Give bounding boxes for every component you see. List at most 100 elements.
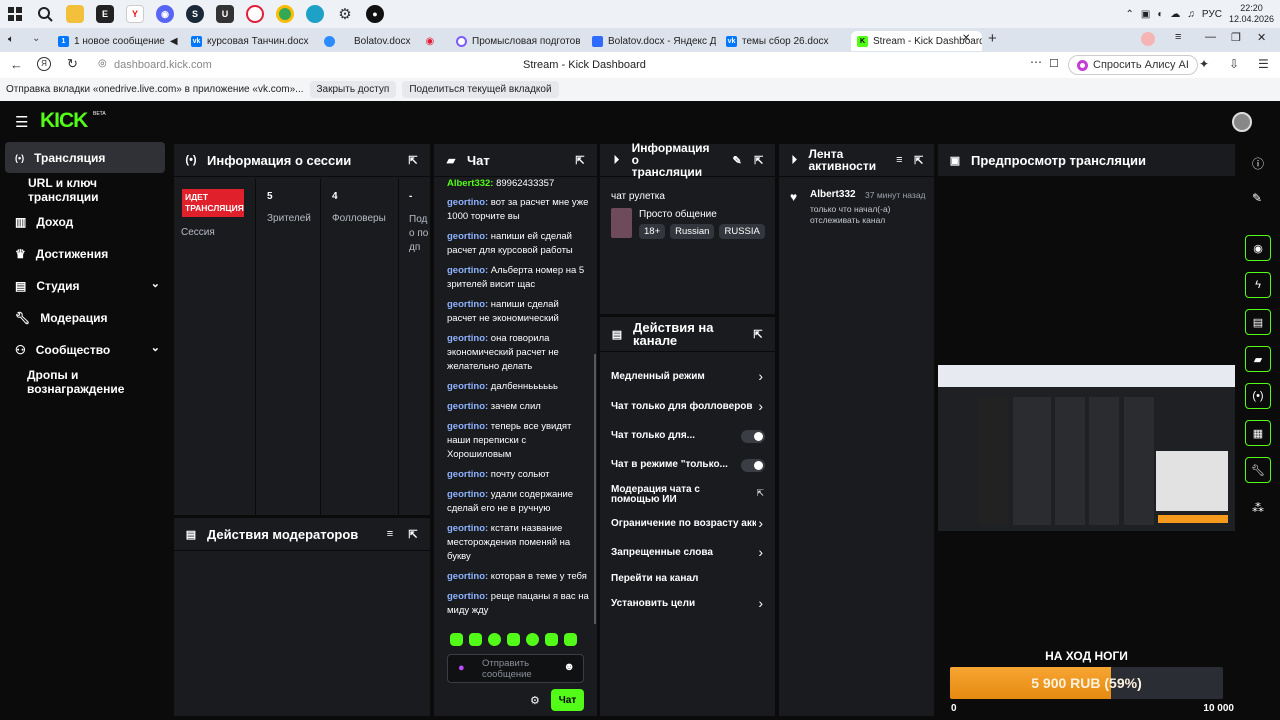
external-link-icon[interactable]: ⇱: [756, 488, 764, 499]
edge-icon[interactable]: [300, 0, 330, 28]
chat-username[interactable]: geortino:: [447, 401, 488, 412]
popout-icon[interactable]: ⇱: [573, 154, 587, 167]
chat-username[interactable]: geortino:: [447, 231, 488, 242]
chat-settings-gear-icon[interactable]: ⚙: [530, 694, 540, 707]
opera-icon[interactable]: [240, 0, 270, 28]
extensions-icon[interactable]: ✦: [1199, 57, 1209, 71]
emote-icon[interactable]: [545, 633, 558, 646]
hamburger-menu-icon[interactable]: ☰: [15, 113, 28, 131]
stream-category[interactable]: Просто общение: [639, 209, 717, 220]
sidebar-item-moderation[interactable]: 🔧︎ Модерация: [5, 302, 165, 333]
chevron-right-icon[interactable]: ›: [758, 398, 763, 414]
chevron-up-icon[interactable]: ⌃: [1126, 9, 1134, 20]
browser-tab[interactable]: vk темы сбор 26.docx: [720, 31, 846, 51]
sidebar-item-achievements[interactable]: ♛ Достижения: [5, 238, 165, 269]
filter-icon[interactable]: ≡: [894, 154, 904, 166]
action-age-restriction[interactable]: Ограничение по возрасту акк: [611, 518, 756, 529]
alice-button[interactable]: Спросить Алису AI: [1068, 55, 1198, 75]
chat-username[interactable]: geortino:: [447, 299, 488, 310]
chevron-right-icon[interactable]: ›: [758, 515, 763, 531]
popout-icon[interactable]: ⇱: [752, 154, 765, 167]
settings-gear-icon[interactable]: ⚙: [330, 0, 360, 28]
quick-actions-button[interactable]: ϟ: [1245, 272, 1271, 298]
profile-icon[interactable]: [1141, 32, 1155, 46]
sidebar-item-income[interactable]: ▥ Доход: [5, 206, 165, 237]
epic-games-icon[interactable]: E: [90, 0, 120, 28]
chat-scrollbar[interactable]: [594, 354, 596, 624]
emote-icon[interactable]: [507, 633, 520, 646]
action-banned-words[interactable]: Запрещенные слова: [611, 547, 763, 558]
action-followers-only[interactable]: Чат только для фолловеров: [611, 401, 763, 412]
chrome-icon[interactable]: [270, 0, 300, 28]
browser-tab[interactable]: Промысловая подготовк: [450, 31, 580, 51]
sidebar-item-broadcast[interactable]: (•) Трансляция: [5, 142, 165, 173]
popout-icon[interactable]: ⇱: [406, 528, 420, 541]
tag-badge[interactable]: 18+: [639, 224, 666, 239]
app-icon[interactable]: ●: [360, 0, 390, 28]
browser-tab[interactable]: 1 1 новое сообщение ◀ ✕: [52, 31, 178, 51]
chat-username[interactable]: geortino:: [447, 333, 488, 344]
chevron-right-icon[interactable]: ›: [758, 368, 763, 384]
discord-icon[interactable]: ◉: [150, 0, 180, 28]
chevron-right-icon[interactable]: ›: [758, 544, 763, 560]
chat-username[interactable]: geortino:: [447, 571, 488, 582]
emote-only-toggle[interactable]: [741, 459, 765, 472]
file-explorer-icon[interactable]: [60, 0, 90, 28]
user-avatar[interactable]: [1232, 112, 1252, 132]
popout-icon[interactable]: ⇱: [406, 154, 420, 167]
volume-icon[interactable]: ♫: [1187, 9, 1195, 20]
browser-tab[interactable]: Bolatov.docx - Яндекс Док: [586, 31, 716, 51]
sidebar-item-community[interactable]: ⚇ Сообщество ⌄: [5, 334, 165, 365]
emote-icon[interactable]: [526, 633, 539, 646]
yandex-home-icon[interactable]: Я: [37, 57, 51, 71]
chat-username[interactable]: geortino:: [447, 421, 488, 432]
subs-only-toggle[interactable]: [741, 430, 765, 443]
bookmark-icon[interactable]: ☐: [1049, 57, 1059, 70]
emote-icon[interactable]: [488, 633, 501, 646]
more-dots-icon[interactable]: ⋯: [1030, 55, 1042, 69]
unity-icon[interactable]: U: [210, 0, 240, 28]
emote-icon[interactable]: [564, 633, 577, 646]
action-set-goals[interactable]: Установить цели: [611, 598, 763, 609]
sidebar-item-drops[interactable]: Дропы и вознаграждение: [5, 366, 165, 397]
action-go-to-channel[interactable]: Перейти на канал: [611, 573, 763, 584]
tag-badge[interactable]: Russian: [670, 224, 715, 239]
stream-video-preview[interactable]: [938, 365, 1235, 531]
tag-badge[interactable]: RUSSIA: [719, 224, 765, 239]
emoji-icon[interactable]: ☻: [563, 661, 575, 673]
new-tab-plus-icon[interactable]: +: [988, 30, 997, 47]
chevron-right-icon[interactable]: ›: [758, 595, 763, 611]
edit-pencil-icon[interactable]: ✎: [1252, 191, 1262, 205]
chat-input[interactable]: ● Отправить сообщение ☻: [447, 654, 584, 683]
downloads-icon[interactable]: ⇩: [1229, 57, 1239, 71]
microphone-icon[interactable]: ●: [458, 662, 465, 674]
tray-app-icon[interactable]: ◐: [1157, 9, 1163, 20]
clock[interactable]: 22:20 12.04.2026: [1229, 3, 1274, 25]
chat-username[interactable]: geortino:: [447, 523, 488, 534]
camera-button[interactable]: ◉: [1245, 235, 1271, 261]
apps-icon[interactable]: ⁂: [1252, 501, 1264, 515]
share-current-tab-button[interactable]: Поделиться текущей вкладкой: [402, 81, 559, 98]
chat-username[interactable]: geortino:: [447, 489, 488, 500]
chat-username[interactable]: geortino:: [447, 469, 488, 480]
info-icon[interactable]: ⓘ: [1252, 155, 1264, 172]
popout-icon[interactable]: ⇱: [751, 328, 765, 341]
broadcast-button[interactable]: (•): [1245, 383, 1271, 409]
notes-button[interactable]: ▤: [1245, 309, 1271, 335]
chat-username[interactable]: geortino:: [447, 197, 488, 208]
back-arrow-icon[interactable]: ←: [10, 57, 23, 72]
yandex-browser-icon[interactable]: Y: [120, 0, 150, 28]
url-field[interactable]: dashboard.kick.com: [114, 59, 212, 71]
network-icon[interactable]: ☁: [1170, 9, 1180, 20]
minimize-icon[interactable]: —: [1205, 31, 1216, 43]
chat-username[interactable]: geortino:: [447, 265, 488, 276]
tabs-menu-chevron-icon[interactable]: ⌄: [32, 33, 40, 44]
edit-pencil-icon[interactable]: ✎: [731, 154, 744, 167]
emote-icon[interactable]: [469, 633, 482, 646]
send-chat-button[interactable]: Чат: [551, 689, 584, 711]
menu-icon[interactable]: ☰: [1258, 57, 1269, 71]
chat-button[interactable]: ▰: [1245, 346, 1271, 372]
tray-app-icon[interactable]: ▣: [1141, 9, 1150, 20]
kick-logo[interactable]: KICK: [40, 109, 88, 133]
layout-button[interactable]: ▦: [1245, 420, 1271, 446]
